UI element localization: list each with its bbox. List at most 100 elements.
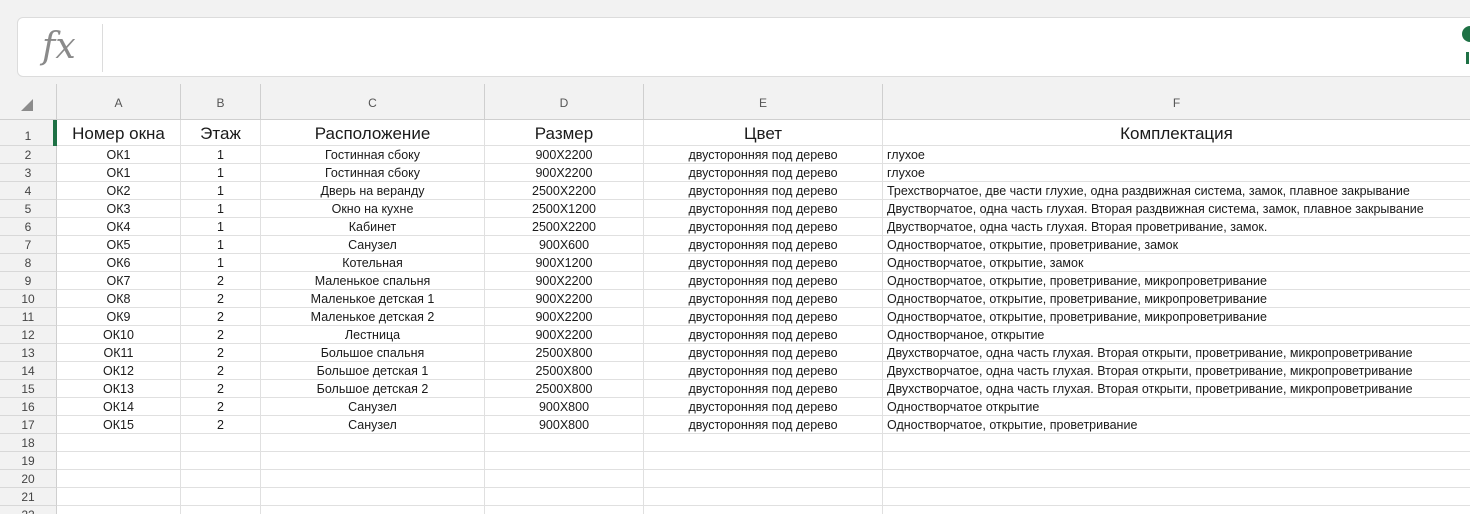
table-cell[interactable]: 900Х2200	[485, 308, 644, 326]
table-cell[interactable]: Кабинет	[261, 218, 485, 236]
empty-cell[interactable]	[883, 506, 1470, 514]
header-cell[interactable]: Номер окна	[57, 120, 181, 146]
empty-cell[interactable]	[644, 434, 883, 452]
table-cell[interactable]: ОК4	[57, 218, 181, 236]
formula-input[interactable]	[114, 28, 1458, 70]
table-cell[interactable]: Санузел	[261, 236, 485, 254]
table-cell[interactable]: двусторонняя под дерево	[644, 236, 883, 254]
table-cell[interactable]: двусторонняя под дерево	[644, 272, 883, 290]
table-cell[interactable]: двусторонняя под дерево	[644, 308, 883, 326]
table-cell[interactable]: двусторонняя под дерево	[644, 344, 883, 362]
row-header[interactable]: 2	[0, 146, 57, 164]
empty-cell[interactable]	[485, 506, 644, 514]
empty-cell[interactable]	[181, 452, 261, 470]
table-cell[interactable]: 2	[181, 398, 261, 416]
table-cell[interactable]: ОК5	[57, 236, 181, 254]
header-cell[interactable]: Расположение	[261, 120, 485, 146]
empty-cell[interactable]	[261, 470, 485, 488]
table-cell[interactable]: 2	[181, 344, 261, 362]
table-cell[interactable]: двусторонняя под дерево	[644, 290, 883, 308]
table-cell[interactable]: ОК3	[57, 200, 181, 218]
table-cell[interactable]: 2	[181, 362, 261, 380]
table-cell[interactable]: 2	[181, 416, 261, 434]
empty-cell[interactable]	[261, 452, 485, 470]
table-cell[interactable]: ОК8	[57, 290, 181, 308]
row-header[interactable]: 21	[0, 488, 57, 506]
table-cell[interactable]: Одностворчатое, открытие, проветривание,…	[883, 290, 1470, 308]
table-cell[interactable]: ОК2	[57, 182, 181, 200]
table-cell[interactable]: Окно на кухне	[261, 200, 485, 218]
column-header-e[interactable]: E	[644, 84, 883, 120]
row-header[interactable]: 14	[0, 362, 57, 380]
row-header[interactable]: 7	[0, 236, 57, 254]
row-header[interactable]: 10	[0, 290, 57, 308]
table-cell[interactable]: Гостинная сбоку	[261, 146, 485, 164]
row-header[interactable]: 12	[0, 326, 57, 344]
table-cell[interactable]: двусторонняя под дерево	[644, 362, 883, 380]
header-cell[interactable]: Размер	[485, 120, 644, 146]
select-all-button[interactable]	[0, 84, 57, 120]
table-cell[interactable]: Двустворчатое, одна часть глухая. Вторая…	[883, 218, 1470, 236]
table-cell[interactable]: 900Х2200	[485, 326, 644, 344]
row-header[interactable]: 6	[0, 218, 57, 236]
table-cell[interactable]: 2500Х1200	[485, 200, 644, 218]
table-cell[interactable]: 2	[181, 272, 261, 290]
table-cell[interactable]: Лестница	[261, 326, 485, 344]
table-cell[interactable]: 900Х2200	[485, 146, 644, 164]
table-cell[interactable]: 1	[181, 182, 261, 200]
empty-cell[interactable]	[883, 434, 1470, 452]
empty-cell[interactable]	[485, 452, 644, 470]
empty-cell[interactable]	[883, 470, 1470, 488]
table-cell[interactable]: 2500Х2200	[485, 218, 644, 236]
row-header[interactable]: 11	[0, 308, 57, 326]
table-cell[interactable]: ОК1	[57, 164, 181, 182]
table-cell[interactable]: Двустворчатое, одна часть глухая. Вторая…	[883, 200, 1470, 218]
table-cell[interactable]: ОК13	[57, 380, 181, 398]
table-cell[interactable]: Маленькое детская 2	[261, 308, 485, 326]
empty-cell[interactable]	[57, 470, 181, 488]
table-cell[interactable]: 1	[181, 218, 261, 236]
table-cell[interactable]: Санузел	[261, 398, 485, 416]
table-cell[interactable]: Двухстворчатое, одна часть глухая. Втора…	[883, 362, 1470, 380]
table-cell[interactable]: 2500Х800	[485, 362, 644, 380]
table-cell[interactable]: ОК6	[57, 254, 181, 272]
table-cell[interactable]: Одностворчатое, открытие, замок	[883, 254, 1470, 272]
table-cell[interactable]: двусторонняя под дерево	[644, 182, 883, 200]
empty-cell[interactable]	[181, 506, 261, 514]
table-cell[interactable]: 900Х1200	[485, 254, 644, 272]
table-cell[interactable]: 900Х2200	[485, 290, 644, 308]
row-header[interactable]: 19	[0, 452, 57, 470]
table-cell[interactable]: двусторонняя под дерево	[644, 380, 883, 398]
table-cell[interactable]: глухое	[883, 146, 1470, 164]
table-cell[interactable]: 900Х2200	[485, 164, 644, 182]
row-header[interactable]: 22	[0, 506, 57, 514]
table-cell[interactable]: двусторонняя под дерево	[644, 200, 883, 218]
empty-cell[interactable]	[57, 452, 181, 470]
table-cell[interactable]: ОК1	[57, 146, 181, 164]
table-cell[interactable]: Двухстворчатое, одна часть глухая. Втора…	[883, 344, 1470, 362]
empty-cell[interactable]	[644, 470, 883, 488]
table-cell[interactable]: двусторонняя под дерево	[644, 164, 883, 182]
row-header[interactable]: 17	[0, 416, 57, 434]
table-cell[interactable]: Большое детская 1	[261, 362, 485, 380]
table-cell[interactable]: Одностворчаное, открытие	[883, 326, 1470, 344]
table-cell[interactable]: ОК15	[57, 416, 181, 434]
table-cell[interactable]: 2	[181, 380, 261, 398]
table-cell[interactable]: Дверь на веранду	[261, 182, 485, 200]
table-cell[interactable]: ОК11	[57, 344, 181, 362]
table-cell[interactable]: Одностворчатое, открытие, проветривание,…	[883, 308, 1470, 326]
row-header[interactable]: 4	[0, 182, 57, 200]
table-cell[interactable]: 900Х600	[485, 236, 644, 254]
row-header[interactable]: 15	[0, 380, 57, 398]
table-cell[interactable]: ОК12	[57, 362, 181, 380]
table-cell[interactable]: двусторонняя под дерево	[644, 254, 883, 272]
table-cell[interactable]: двусторонняя под дерево	[644, 416, 883, 434]
column-header-f[interactable]: F	[883, 84, 1470, 120]
column-header-d[interactable]: D	[485, 84, 644, 120]
header-cell[interactable]: Цвет	[644, 120, 883, 146]
row-header[interactable]: 3	[0, 164, 57, 182]
row-header[interactable]: 1	[0, 120, 57, 146]
header-cell[interactable]: Комплектация	[883, 120, 1470, 146]
table-cell[interactable]: ОК10	[57, 326, 181, 344]
table-cell[interactable]: Большое спальня	[261, 344, 485, 362]
